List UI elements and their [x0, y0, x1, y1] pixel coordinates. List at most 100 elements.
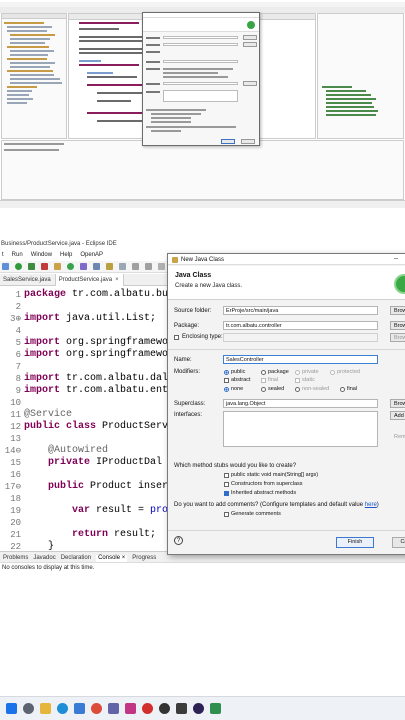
source-folder-browse-button[interactable]: Brow [390, 306, 405, 315]
tab-declaration[interactable]: Declaration [61, 555, 91, 562]
cancel-button[interactable]: Can [392, 537, 405, 548]
line-number: 8 [15, 374, 21, 384]
opera-icon[interactable] [142, 703, 153, 714]
modifier-public-radio[interactable] [224, 370, 229, 375]
modifier-non-sealed-radio[interactable] [295, 387, 300, 392]
superclass-input[interactable]: java.lang.Object [223, 399, 378, 408]
modifier-abstract-label: abstract [231, 377, 251, 383]
line-number: 1 [15, 290, 21, 300]
tab-label: ProductService.java [58, 277, 113, 283]
finish-button[interactable]: Finish [336, 537, 374, 548]
tab-progress[interactable]: Progress [132, 555, 156, 562]
interfaces-list[interactable] [223, 411, 378, 447]
code-text: import java.util.List; [24, 313, 156, 325]
app-icon[interactable] [210, 703, 221, 714]
minimize-icon[interactable]: – [394, 255, 398, 262]
tab-console[interactable]: Console × [96, 555, 128, 562]
modifier-non-sealed-label: non-sealed [302, 386, 330, 392]
teams-icon[interactable] [108, 703, 119, 714]
terminal-icon[interactable] [176, 703, 187, 714]
code-text: @Service [24, 409, 72, 421]
superclass-browse-button[interactable]: Brow [390, 399, 405, 408]
tab-sales-service[interactable]: SalesService.java [0, 274, 56, 286]
forward-icon[interactable] [145, 263, 152, 270]
code-token: public [24, 481, 91, 492]
thumb-outline [317, 13, 404, 139]
close-icon[interactable]: × [115, 277, 119, 286]
code-token: java.util.List; [66, 313, 157, 324]
configure-templates-link[interactable]: here [365, 502, 377, 508]
file-explorer-icon[interactable] [40, 703, 51, 714]
line-number: 20 [10, 518, 21, 528]
stub-constructors-label: Constructors from superclass [231, 481, 303, 487]
run-icon[interactable] [15, 263, 22, 270]
menu-help[interactable]: Help [60, 252, 72, 261]
line-number: 16 [10, 470, 21, 480]
line-number: 13 [10, 434, 21, 444]
console-message: No consoles to display at this time. [2, 565, 95, 571]
edge-icon[interactable] [57, 703, 68, 714]
thumb-new-class-dialog [142, 12, 260, 146]
eclipse-icon[interactable] [193, 703, 204, 714]
name-input[interactable]: SalesController [223, 355, 378, 364]
code-text: } [24, 541, 54, 551]
name-label: Name: [174, 357, 192, 363]
source-folder-input[interactable]: ErProje/src/main/java [223, 306, 378, 315]
enclosing-type-checkbox[interactable] [174, 335, 179, 340]
stub-constructors-checkbox[interactable] [224, 482, 229, 487]
stub-inherited-checkbox[interactable] [224, 491, 229, 496]
windows-start-icon[interactable] [6, 703, 17, 714]
line-number: 4 [15, 326, 21, 336]
thumb-statusbar [0, 200, 405, 208]
java-class-icon [172, 257, 178, 263]
add-interface-button[interactable]: Add [390, 411, 405, 420]
instagram-icon[interactable] [125, 703, 136, 714]
tab-product-service[interactable]: ProductService.java × [55, 274, 124, 286]
open-type-icon[interactable] [80, 263, 87, 270]
package-browse-button[interactable]: Brow [390, 321, 405, 330]
menu-window[interactable]: Window [31, 252, 52, 261]
modifier-static-checkbox [295, 378, 300, 383]
taskbar [0, 696, 405, 720]
stub-inherited-label: Inherited abstract methods [231, 490, 297, 496]
generate-comments-checkbox[interactable] [224, 512, 229, 517]
search-icon[interactable] [93, 263, 100, 270]
package-input[interactable]: tr.com.albatu.controller [223, 321, 378, 330]
modifier-static-label: static [302, 377, 315, 383]
thumb-console [1, 140, 404, 200]
window-title: Business/ProductService.java - Eclipse I… [0, 238, 405, 250]
chrome-icon[interactable] [91, 703, 102, 714]
new-class-icon[interactable] [67, 263, 74, 270]
edit-icon[interactable] [106, 263, 113, 270]
line-number: 7 [15, 362, 21, 372]
modifier-final-radio-label: final [347, 386, 358, 392]
store-icon[interactable] [74, 703, 85, 714]
modifier-none-radio[interactable] [224, 387, 229, 392]
debug-icon[interactable] [2, 263, 9, 270]
modifier-final-checkbox [261, 378, 266, 383]
tab-problems[interactable]: Problems [3, 555, 28, 562]
menu-run[interactable]: Run [12, 252, 23, 261]
back-icon[interactable] [132, 263, 139, 270]
thumb-package-explorer [1, 13, 67, 139]
coverage-icon[interactable] [28, 263, 35, 270]
code-token: var [24, 505, 97, 516]
search-icon[interactable] [23, 703, 34, 714]
external-tools-icon[interactable] [41, 263, 48, 270]
modifier-package-radio[interactable] [261, 370, 266, 375]
java-class-wizard-icon [394, 274, 405, 294]
annotation-icon[interactable] [119, 263, 126, 270]
last-edit-icon[interactable] [158, 263, 165, 270]
modifier-abstract-checkbox[interactable] [224, 378, 229, 383]
obs-icon[interactable] [159, 703, 170, 714]
menu-item[interactable]: t [2, 252, 4, 261]
modifier-sealed-radio[interactable] [261, 387, 266, 392]
tab-javadoc[interactable]: Javadoc [33, 555, 55, 562]
modifier-final-radio[interactable] [340, 387, 345, 392]
help-icon[interactable]: ? [174, 536, 183, 545]
menu-openapi[interactable]: OpenAP [80, 252, 103, 261]
console-area[interactable] [0, 573, 405, 691]
new-package-icon[interactable] [54, 263, 61, 270]
stub-main-checkbox[interactable] [224, 473, 229, 478]
code-text: return result; [24, 529, 156, 541]
